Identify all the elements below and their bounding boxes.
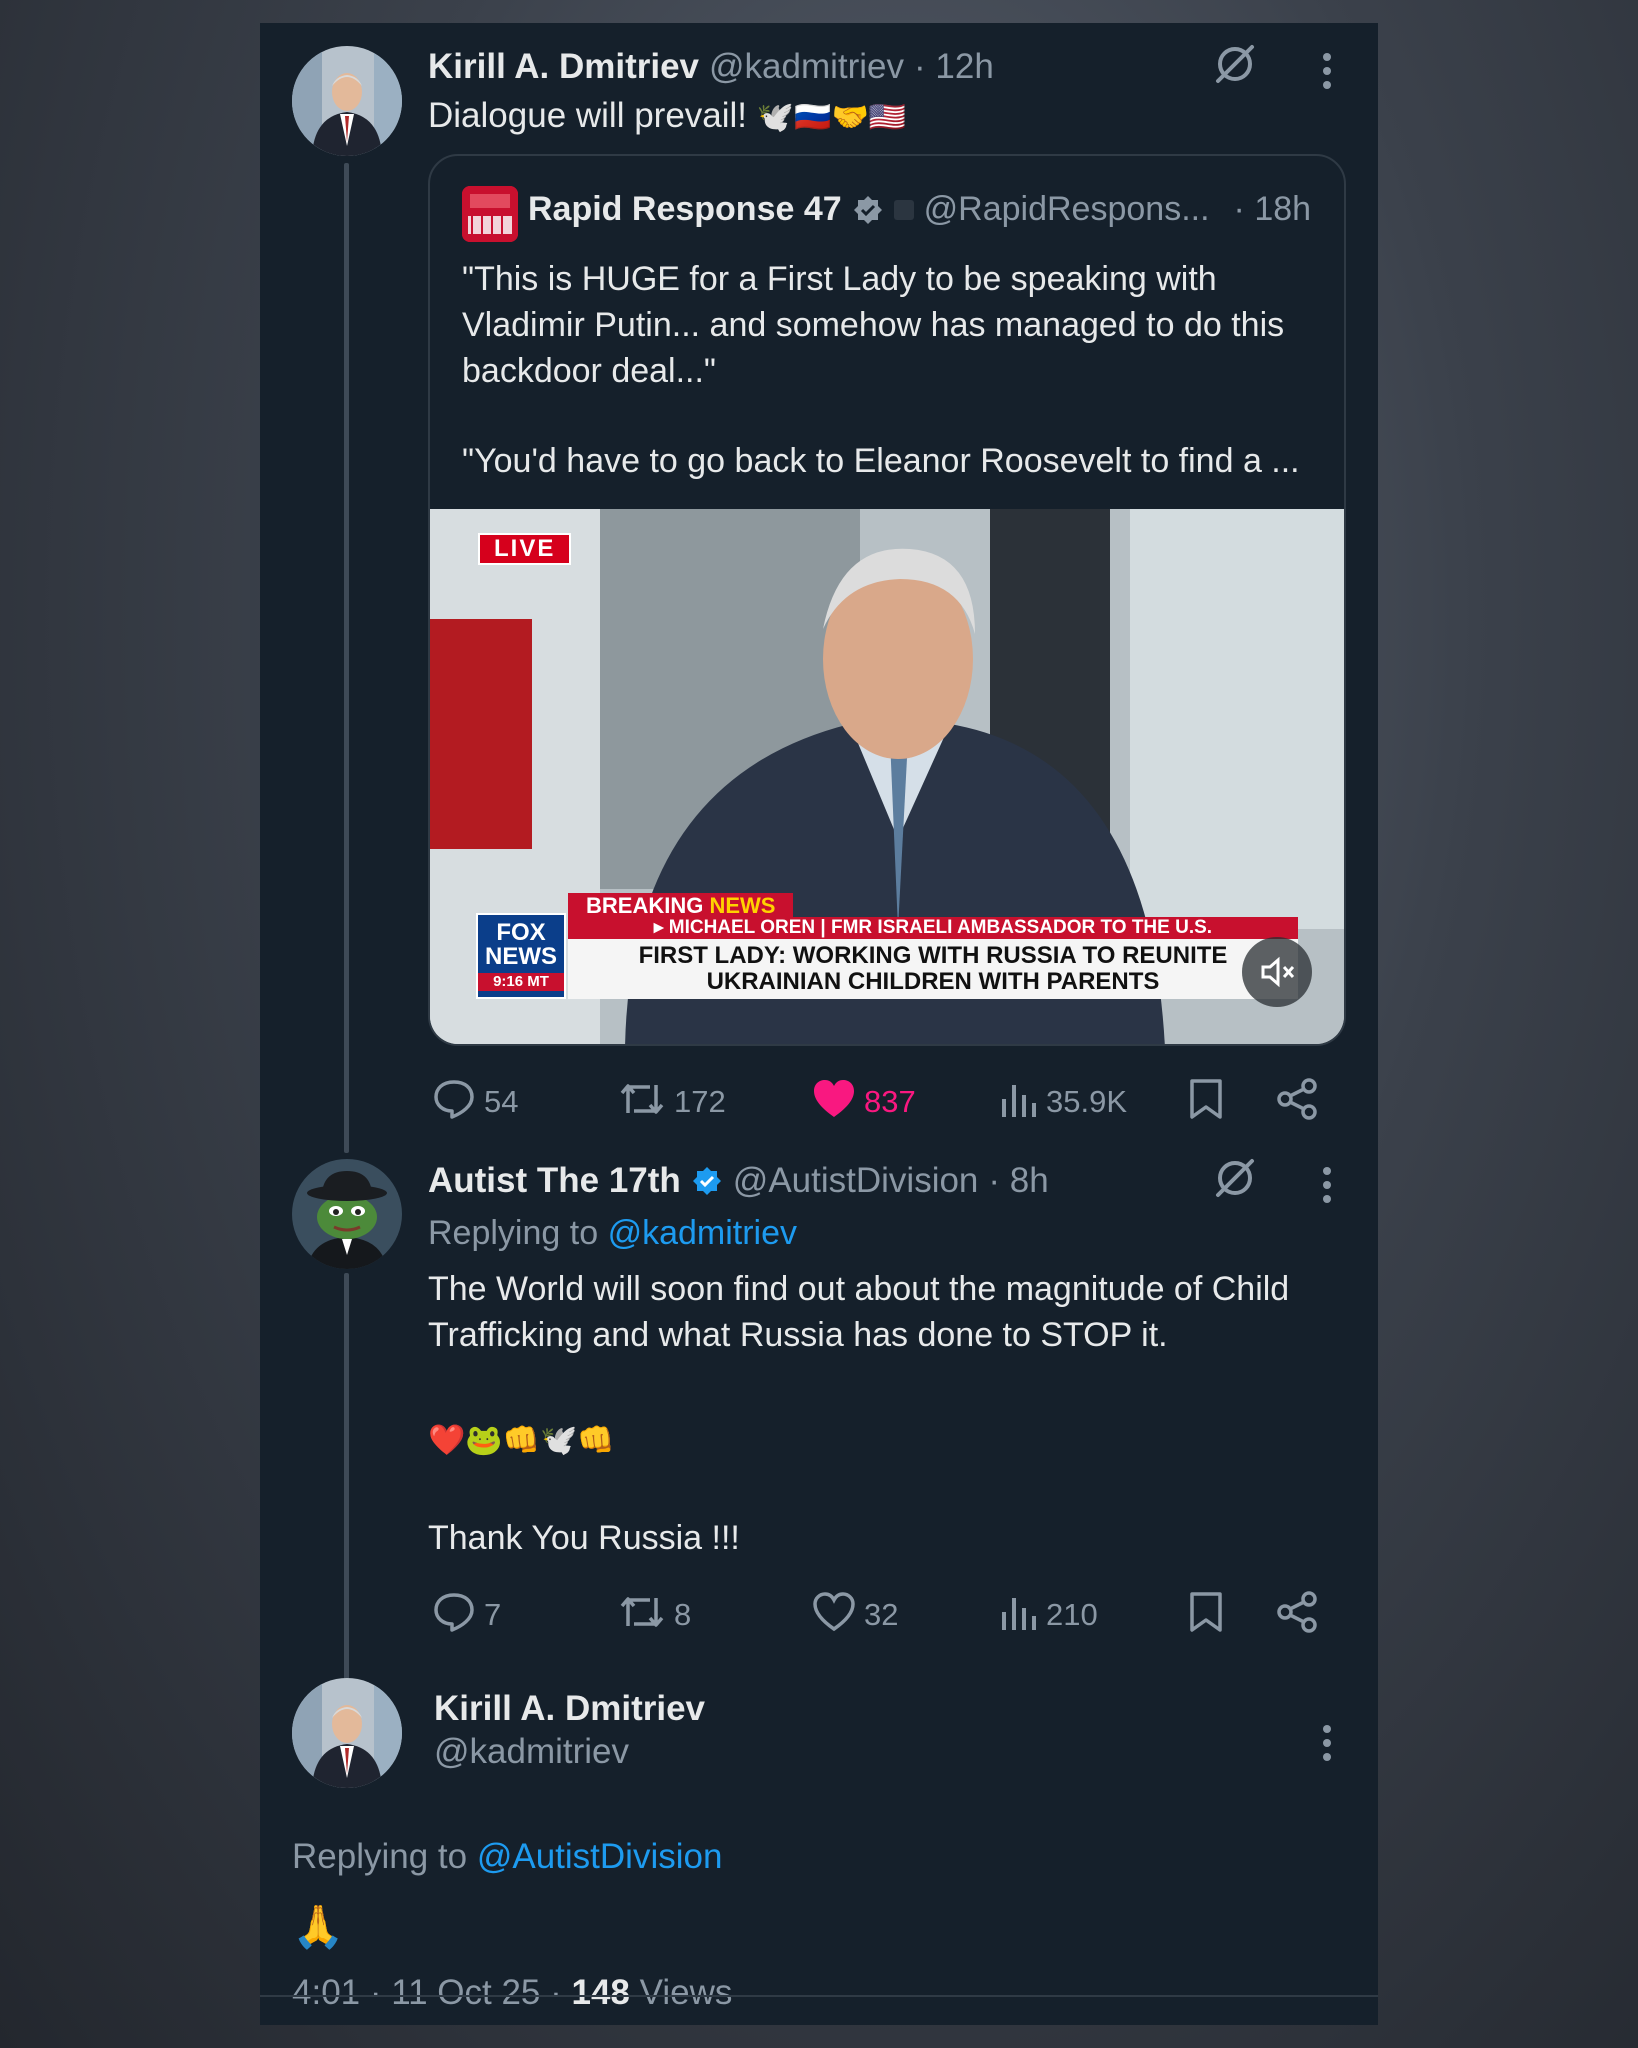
avatar[interactable]: [292, 46, 402, 156]
replying-to-link[interactable]: @AutistDivision: [477, 1837, 723, 1876]
views-icon: [998, 1590, 1038, 1639]
quote-text-continued: "You'd have to go back to Eleanor Roosev…: [462, 442, 1300, 480]
reply-button[interactable]: 7: [432, 1590, 501, 1639]
breaking-news-banner: BREAKING NEWS: [568, 893, 794, 919]
thread-panel: Kirill A. Dmitriev @kadmitriev · 12h Dia…: [260, 23, 1378, 2025]
live-badge: LIVE: [478, 533, 572, 565]
tweet-text: 🙏: [292, 1903, 345, 1950]
author-handle[interactable]: @kadmitriev: [709, 47, 904, 87]
like-count: 837: [864, 1083, 916, 1119]
replying-to-link[interactable]: @kadmitriev: [608, 1214, 797, 1252]
video-player[interactable]: LIVE BREAKING NEWS ▸ MICHAEL OREN | FMR …: [430, 509, 1344, 1044]
repost-icon: [618, 1590, 666, 1639]
quoted-tweet[interactable]: Rapid Response 47 @RapidRespons... · 18h…: [428, 154, 1346, 1046]
thread-line: [344, 163, 349, 1153]
views-button[interactable]: 210: [998, 1590, 1098, 1639]
bookmark-button[interactable]: [1188, 1590, 1224, 1639]
chyron-subline: ▸ MICHAEL OREN | FMR ISRAELI AMBASSADOR …: [568, 917, 1298, 939]
like-button[interactable]: 837: [812, 1077, 916, 1126]
quote-text: "This is HUGE for a First Lady to be spe…: [462, 260, 1285, 390]
timestamp[interactable]: · 12h: [914, 47, 994, 87]
quote-author-handle: @RapidRespons...: [923, 190, 1210, 228]
repost-button[interactable]: 172: [618, 1077, 726, 1126]
chyron-headline: FIRST LADY: WORKING WITH RUSSIA TO REUNI…: [568, 939, 1298, 999]
quote-author-name: Rapid Response 47: [528, 190, 842, 228]
post-timestamp[interactable]: 4:01 · 11 Oct 25 ·: [292, 1973, 562, 2012]
tweet-text-closing: Thank You Russia !!!: [428, 1519, 740, 1557]
grok-icon[interactable]: [1212, 1155, 1258, 1201]
repost-icon: [618, 1077, 666, 1126]
chyron-line-1: FIRST LADY: WORKING WITH RUSSIA TO REUNI…: [638, 942, 1228, 969]
reply-icon: [432, 1590, 476, 1639]
like-count: 32: [864, 1596, 899, 1632]
heart-icon: [812, 1590, 856, 1639]
bookmark-button[interactable]: [1188, 1077, 1224, 1126]
author-name[interactable]: Kirill A. Dmitriev: [434, 1689, 705, 1729]
reply-count: 7: [484, 1596, 502, 1632]
tweet-text: The World will soon find out about the m…: [428, 1270, 1290, 1354]
avatar[interactable]: [292, 1678, 402, 1788]
author-name[interactable]: Kirill A. Dmitriev: [428, 47, 699, 87]
author-name[interactable]: Autist The 17th: [428, 1161, 681, 1201]
share-icon: [1276, 1590, 1320, 1639]
views-count: 35.9K: [1046, 1083, 1128, 1119]
fox-news-logo: FOX NEWS 9:16 MT: [476, 913, 566, 999]
bookmark-icon: [1188, 1077, 1224, 1126]
heart-filled-icon: [812, 1077, 856, 1126]
more-options-icon[interactable]: [1320, 51, 1334, 91]
repost-count: 8: [674, 1596, 692, 1632]
mute-icon[interactable]: [1242, 937, 1312, 1007]
thread-line: [344, 1273, 349, 1693]
bookmark-icon: [1188, 1590, 1224, 1639]
gov-affiliate-icon: [893, 199, 914, 220]
share-button[interactable]: [1276, 1077, 1320, 1126]
reply-button[interactable]: 54: [432, 1077, 518, 1126]
quote-timestamp: · 18h: [1233, 190, 1312, 228]
verified-badge-icon: [852, 194, 884, 226]
divider: [260, 1995, 1378, 1997]
repost-count: 172: [674, 1083, 726, 1119]
more-options-icon[interactable]: [1320, 1165, 1334, 1205]
timestamp[interactable]: · 8h: [988, 1161, 1048, 1201]
news-label: NEWS: [709, 893, 776, 918]
views-button[interactable]: 35.9K: [998, 1077, 1127, 1126]
clock-label: 9:16 MT: [478, 973, 564, 991]
tweet-text: Dialogue will prevail!: [428, 96, 748, 135]
author-handle[interactable]: @AutistDivision: [733, 1161, 979, 1201]
replying-to-label: Replying to: [428, 1214, 599, 1252]
more-options-icon[interactable]: [1320, 1723, 1334, 1763]
share-button[interactable]: [1276, 1590, 1320, 1639]
quote-avatar: [462, 186, 518, 242]
views-label: Views: [639, 1973, 733, 2012]
views-icon: [998, 1077, 1038, 1126]
breaking-label: BREAKING: [586, 893, 704, 918]
avatar[interactable]: [292, 1159, 402, 1269]
reply-count: 54: [484, 1083, 519, 1119]
views-count: 148: [571, 1973, 630, 2012]
share-icon: [1276, 1077, 1320, 1126]
like-button[interactable]: 32: [812, 1590, 898, 1639]
tweet-emojis: ❤️🐸👊🕊️👊: [428, 1424, 615, 1457]
reply-icon: [432, 1077, 476, 1126]
views-count: 210: [1046, 1596, 1098, 1632]
replying-to-label: Replying to: [292, 1837, 468, 1876]
tweet-emojis: 🕊️🇷🇺🤝🇺🇸: [756, 101, 907, 134]
verified-badge-icon: [691, 1165, 723, 1197]
repost-button[interactable]: 8: [618, 1590, 691, 1639]
author-handle[interactable]: @kadmitriev: [434, 1732, 629, 1772]
chyron-line-2: UKRAINIAN CHILDREN WITH PARENTS: [706, 968, 1160, 995]
grok-icon[interactable]: [1212, 41, 1258, 87]
